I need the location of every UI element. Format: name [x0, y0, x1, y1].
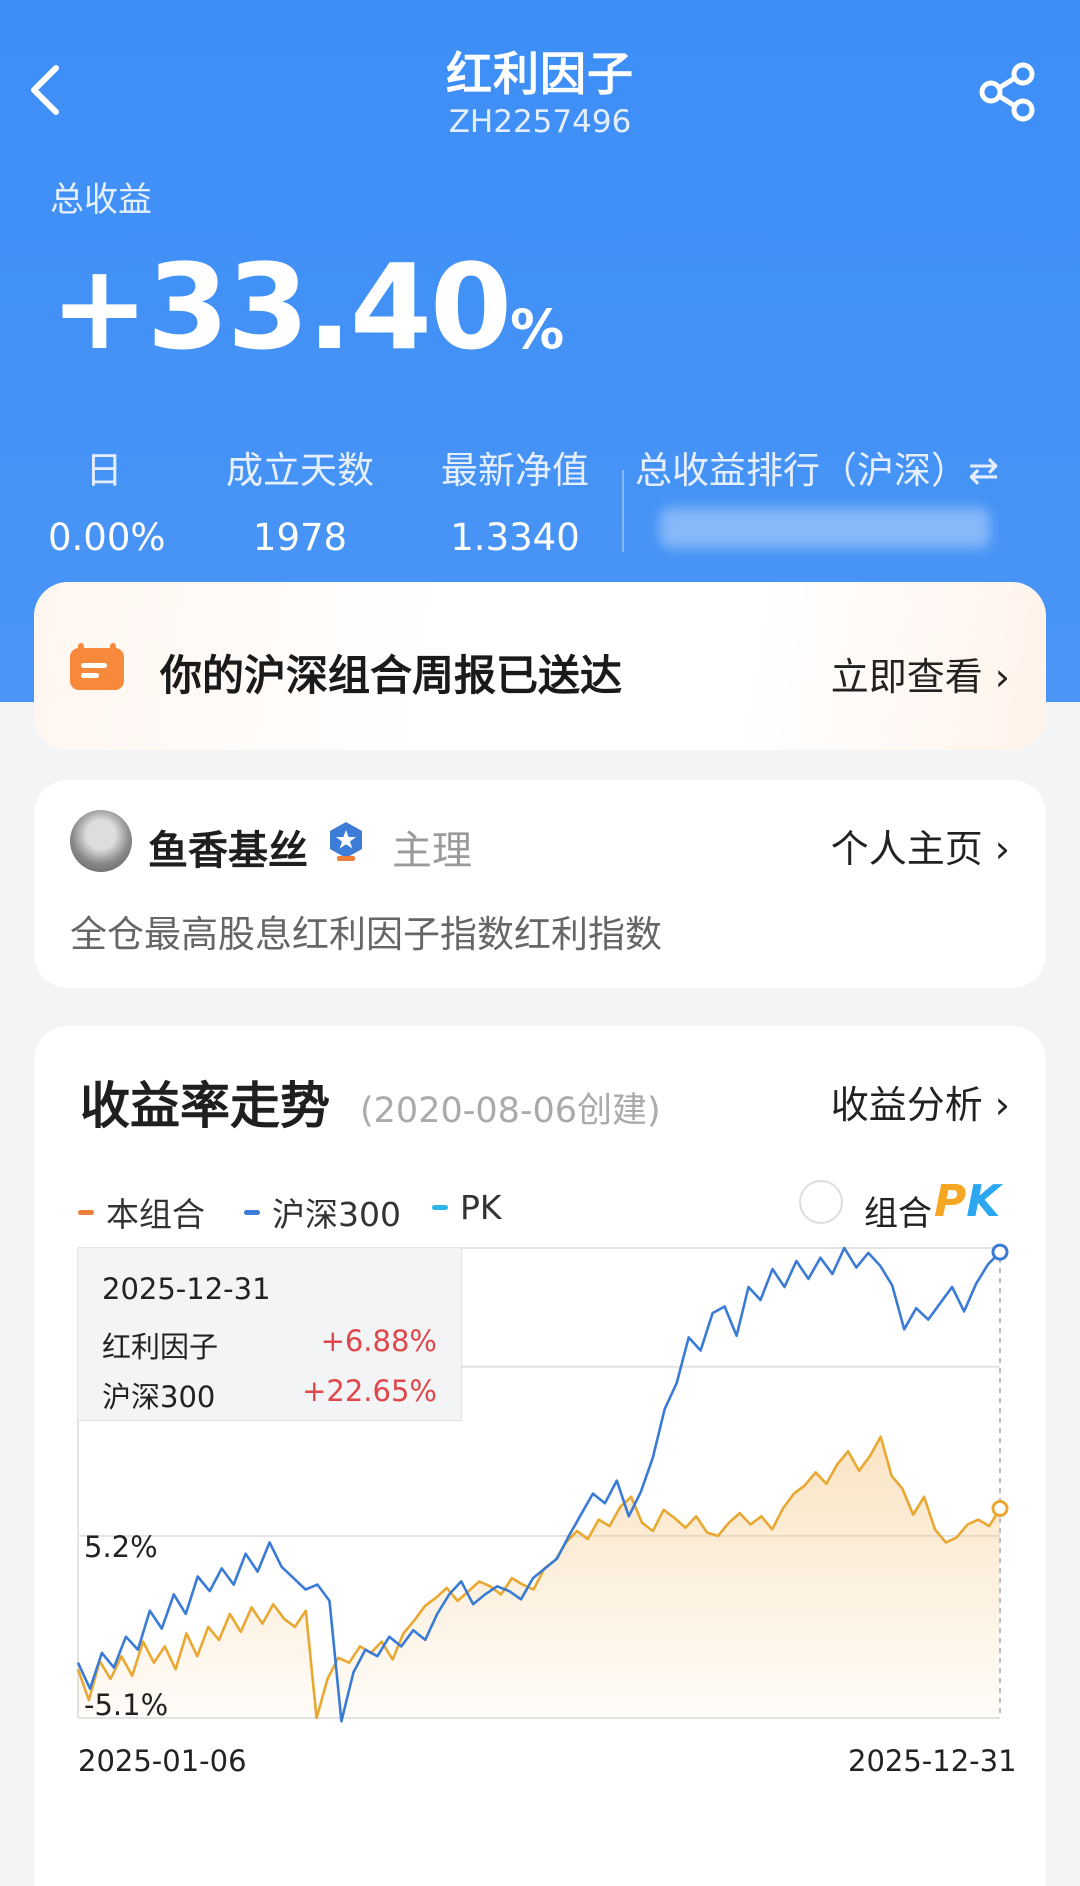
chart-tooltip: 2025-12-31 红利因子 +6.88% 沪深300 +22.65%	[78, 1248, 462, 1421]
tooltip-series-value: +22.65%	[302, 1374, 437, 1408]
y-axis-label-upper: 5.2%	[84, 1530, 158, 1564]
tooltip-series-name: 红利因子	[102, 1330, 219, 1364]
x-axis-end-label: 2025-12-31	[848, 1744, 1017, 1778]
tooltip-series-value: +6.88%	[320, 1324, 437, 1358]
series-endpoint-沪深300	[991, 1243, 1009, 1261]
tooltip-series-name: 沪深300	[102, 1380, 216, 1414]
series-endpoint-红利因子	[991, 1500, 1009, 1518]
tooltip-date: 2025-12-31	[102, 1272, 271, 1306]
return-chart[interactable]	[0, 0, 1080, 1838]
x-axis-start-label: 2025-01-06	[78, 1744, 247, 1778]
y-axis-label-lower: -5.1%	[84, 1688, 169, 1722]
